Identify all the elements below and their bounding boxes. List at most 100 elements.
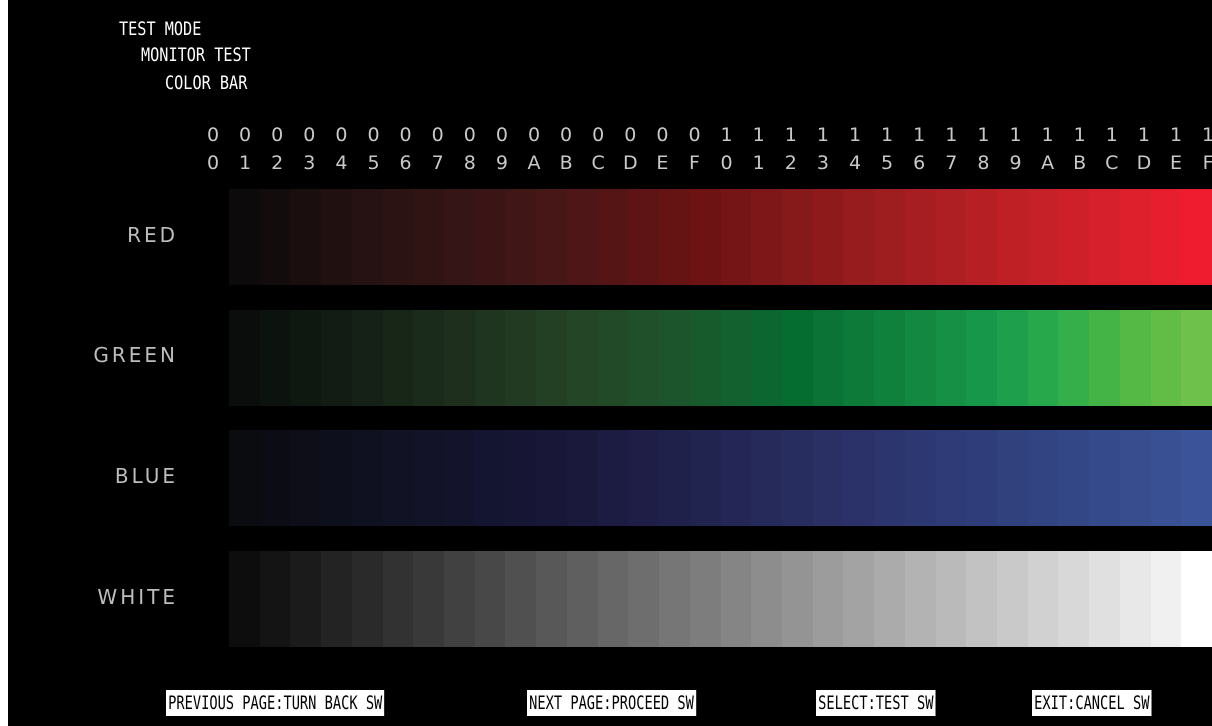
blue-level-cell: [444, 430, 476, 526]
level-digit: 0: [688, 124, 701, 146]
red-level-cell: [812, 189, 844, 285]
green-level-cell: [1119, 310, 1152, 406]
green-level-cell: [382, 310, 414, 406]
level-digit: 7: [945, 152, 958, 174]
green-level-cell: [781, 310, 814, 406]
green-bar-label: GREEN: [93, 343, 178, 367]
white-level-cell: [966, 551, 998, 647]
blue-level-cell: [843, 430, 875, 526]
level-digit: F: [1202, 152, 1212, 174]
red-level-cell: [935, 189, 967, 285]
level-digit: 1: [1202, 124, 1212, 146]
blue-level-cell: [1089, 430, 1121, 526]
level-digit: 1: [977, 124, 990, 146]
green-level-cell: [751, 310, 783, 406]
red-level-cell: [1027, 189, 1059, 285]
monitor-test-screen: TEST MODE MONITOR TEST COLOR BAR 0000000…: [8, 0, 1212, 726]
blue-level-cell: [229, 430, 261, 526]
level-digit: 1: [945, 124, 958, 146]
blue-level-cell: [474, 430, 507, 526]
red-level-cell: [1150, 189, 1182, 285]
blue-level-cell: [505, 430, 537, 526]
level-digit: 9: [1009, 152, 1022, 174]
green-color-bar: [229, 310, 1212, 406]
red-level-cell: [351, 189, 384, 285]
level-digit: 1: [913, 124, 926, 146]
red-level-cell: [1119, 189, 1152, 285]
white-level-cell: [751, 551, 783, 647]
level-digit: 0: [206, 152, 220, 174]
level-digit: 3: [303, 152, 316, 174]
level-digit: 1: [816, 124, 829, 146]
white-color-bar: [229, 551, 1212, 647]
white-level-cell: [351, 551, 384, 647]
white-level-cell: [382, 551, 414, 647]
level-digit: 0: [560, 124, 573, 146]
red-level-cell: [1058, 189, 1090, 285]
green-level-cell: [843, 310, 875, 406]
green-level-cell: [628, 310, 660, 406]
level-digit: 1: [752, 152, 765, 174]
blue-level-cell: [996, 430, 1029, 526]
level-digit: 0: [303, 124, 316, 146]
level-digit: 1: [848, 124, 862, 146]
green-level-cell: [1150, 310, 1182, 406]
level-digit: 0: [592, 124, 605, 146]
level-digit: 0: [206, 124, 220, 146]
blue-level-cell: [259, 430, 292, 526]
level-digit: 6: [913, 152, 926, 174]
level-digit: 0: [271, 124, 284, 146]
blue-level-cell: [536, 430, 568, 526]
level-digit: 0: [431, 124, 444, 146]
white-level-cell: [996, 551, 1029, 647]
blue-level-cell: [689, 430, 722, 526]
white-level-cell: [413, 551, 445, 647]
white-level-cell: [321, 551, 353, 647]
green-level-cell: [290, 310, 322, 406]
white-bar-label: WHITE: [97, 585, 178, 609]
level-digit: 1: [1009, 124, 1022, 146]
level-digit: 0: [624, 124, 637, 146]
white-level-cell: [935, 551, 967, 647]
red-level-cell: [720, 189, 752, 285]
level-digit: 1: [1073, 124, 1086, 146]
level-digit: E: [1169, 152, 1182, 174]
level-digit: 1: [784, 124, 797, 146]
level-digit: 1: [1169, 124, 1183, 146]
level-digit: 8: [463, 152, 476, 174]
level-digit: 1: [1041, 124, 1054, 146]
blue-level-cell: [1058, 430, 1090, 526]
white-level-cell: [720, 551, 752, 647]
blue-level-cell: [1181, 430, 1212, 526]
green-level-cell: [1027, 310, 1059, 406]
red-level-cell: [751, 189, 783, 285]
green-level-cell: [904, 310, 937, 406]
level-digit: 1: [239, 152, 252, 174]
blue-level-cell: [966, 430, 998, 526]
green-level-cell: [1181, 310, 1212, 406]
red-level-cell: [628, 189, 660, 285]
level-digit: D: [1136, 152, 1152, 174]
white-level-cell: [505, 551, 537, 647]
white-level-cell: [1058, 551, 1090, 647]
level-digit: 5: [367, 152, 380, 174]
white-level-cell: [1181, 551, 1212, 647]
level-digit: 4: [848, 152, 862, 174]
green-level-cell: [874, 310, 906, 406]
level-digit: 0: [495, 124, 508, 146]
green-level-cell: [474, 310, 507, 406]
level-digit: B: [559, 152, 573, 174]
red-level-cell: [566, 189, 599, 285]
red-level-cell: [966, 189, 998, 285]
blue-level-cell: [628, 430, 660, 526]
blue-level-cell: [812, 430, 844, 526]
green-level-cell: [351, 310, 384, 406]
red-level-cell: [321, 189, 353, 285]
green-level-cell: [229, 310, 261, 406]
green-level-cell: [812, 310, 844, 406]
level-digit: 0: [656, 124, 669, 146]
level-index-low-row: 0123456789ABCDEF0123456789ABCDEF: [8, 149, 1212, 177]
green-level-cell: [935, 310, 967, 406]
white-level-cell: [1150, 551, 1182, 647]
red-level-cell: [781, 189, 814, 285]
